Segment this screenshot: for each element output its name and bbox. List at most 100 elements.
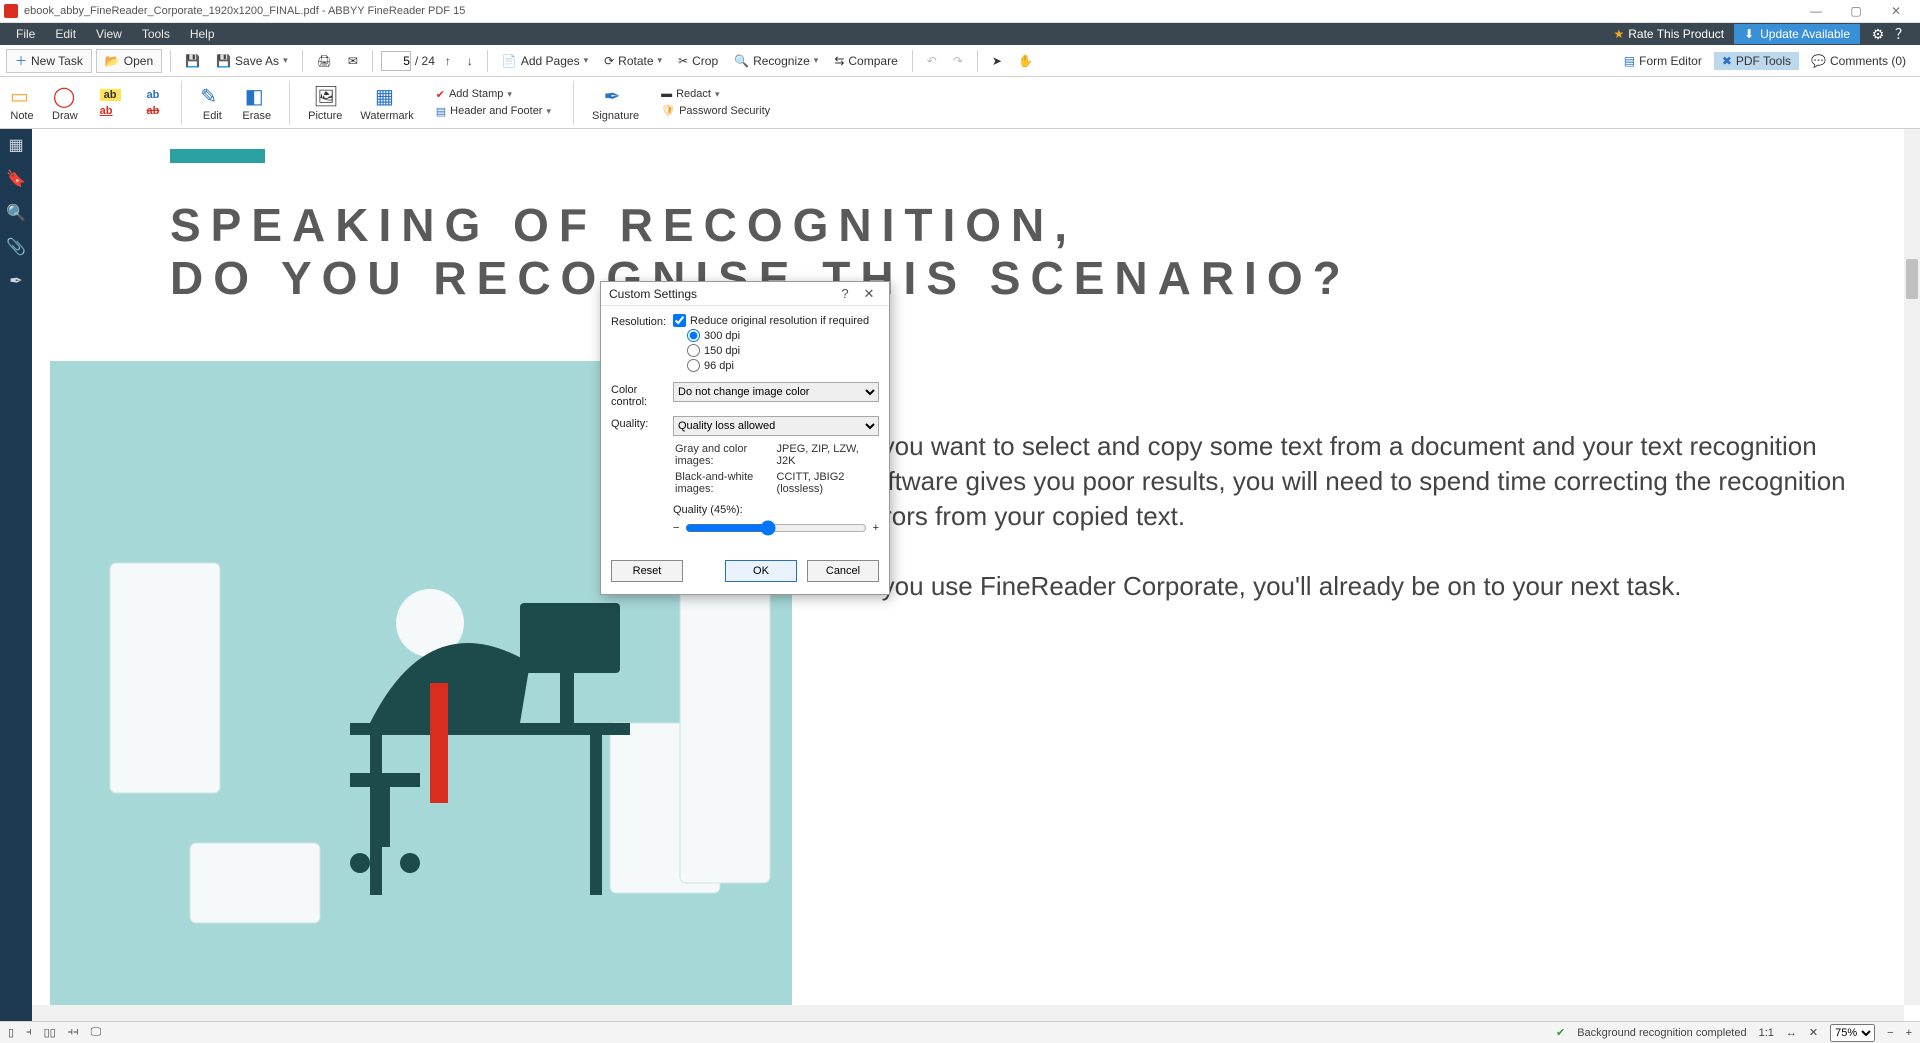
comment-icon: 💬: [1811, 54, 1826, 68]
attachments-panel-icon[interactable]: 📎: [6, 237, 26, 257]
dpi-96-radio[interactable]: 96 dpi: [687, 359, 879, 372]
scroll-thumb[interactable]: [1906, 259, 1918, 299]
settings-gear-icon[interactable]: ⚙: [1866, 26, 1890, 43]
zoom-select[interactable]: 75%: [1830, 1024, 1875, 1042]
pointer-tool-button[interactable]: ➤: [986, 49, 1008, 73]
color-control-select[interactable]: Do not change image color: [673, 382, 879, 402]
view-two-continuous-icon[interactable]: ⫞⫞: [68, 1026, 79, 1039]
comments-button[interactable]: 💬 Comments (0): [1803, 52, 1914, 70]
dpi-150-radio[interactable]: 150 dpi: [687, 344, 879, 357]
rate-product-button[interactable]: ★ Rate This Product: [1613, 27, 1724, 41]
rotate-button[interactable]: ⟳ Rotate: [598, 49, 668, 73]
comments-label: Comments (0): [1830, 54, 1906, 68]
cancel-button[interactable]: Cancel: [807, 560, 879, 582]
save-button[interactable]: 💾: [179, 49, 206, 73]
pages-panel-icon[interactable]: ▦: [8, 135, 23, 155]
watermark-tool[interactable]: ▦ Watermark: [360, 84, 413, 122]
content-area: ▦ 🔖 🔍 📎 ✒ SPEAKING OF RECOGNITION, DO YO…: [0, 129, 1920, 1021]
dialog-close-button[interactable]: ✕: [857, 286, 881, 302]
page-number-input[interactable]: [381, 51, 411, 71]
add-stamp-tool[interactable]: ✔ Add Stamp: [432, 87, 555, 102]
dialog-titlebar[interactable]: Custom Settings ? ✕: [601, 282, 889, 306]
help-icon[interactable]: ？: [1890, 24, 1914, 44]
view-continuous-icon[interactable]: ⫞: [26, 1026, 32, 1039]
zoom-in-button[interactable]: +: [1906, 1027, 1912, 1039]
note-tool[interactable]: ▭ Note: [10, 84, 34, 122]
picture-tool[interactable]: 🖼 Picture: [308, 84, 342, 122]
view-single-page-icon[interactable]: ▯: [8, 1026, 14, 1039]
redo-button[interactable]: ↷: [947, 49, 969, 73]
form-editor-button[interactable]: ▤ Form Editor: [1616, 52, 1710, 70]
fit-page-icon[interactable]: ✕: [1809, 1026, 1818, 1039]
window-titlebar: ebook_abby_FineReader_Corporate_1920x120…: [0, 0, 1920, 23]
update-available-button[interactable]: ⬇ Update Available: [1734, 24, 1860, 44]
horizontal-scrollbar[interactable]: [32, 1005, 1904, 1021]
menu-edit[interactable]: Edit: [45, 24, 86, 44]
document-viewport[interactable]: SPEAKING OF RECOGNITION, DO YOU RECOGNIS…: [32, 129, 1920, 1021]
dpi-96-input[interactable]: [687, 359, 700, 372]
view-fullscreen-icon[interactable]: 🖵: [91, 1026, 102, 1039]
window-maximize-button[interactable]: ▢: [1836, 4, 1876, 18]
text-tool[interactable]: ab: [143, 88, 164, 102]
dpi-96-label: 96 dpi: [704, 360, 734, 372]
redact-tool[interactable]: ▬ Redact: [657, 87, 774, 101]
window-close-button[interactable]: ✕: [1876, 4, 1916, 18]
quality-select[interactable]: Quality loss allowed: [673, 416, 879, 436]
print-button[interactable]: 🖨: [311, 49, 338, 73]
pdf-tools-button[interactable]: ✖ PDF Tools: [1714, 52, 1799, 70]
quality-slider[interactable]: [685, 520, 866, 536]
heading-line-1: SPEAKING OF RECOGNITION,: [170, 199, 1077, 251]
window-minimize-button[interactable]: —: [1796, 4, 1836, 18]
reduce-checkbox-input[interactable]: [673, 314, 686, 327]
ok-button[interactable]: OK: [725, 560, 797, 582]
dialog-help-button[interactable]: ?: [833, 286, 857, 301]
password-security-tool[interactable]: 🛡 Password Security: [657, 103, 774, 118]
edit-tool[interactable]: ✎ Edit: [200, 84, 224, 122]
page-up-button[interactable]: ↑: [439, 49, 457, 73]
add-pages-button[interactable]: 📄 Add Pages: [496, 49, 594, 73]
new-task-button[interactable]: ＋ New Task: [6, 49, 92, 73]
strike-tool[interactable]: ab: [143, 104, 164, 118]
hand-tool-button[interactable]: ✋: [1012, 49, 1039, 73]
dpi-300-label: 300 dpi: [704, 330, 740, 342]
fit-actual-button[interactable]: 1:1: [1759, 1027, 1774, 1039]
menu-help[interactable]: Help: [180, 24, 225, 44]
vertical-scrollbar[interactable]: [1904, 129, 1920, 1005]
dpi-150-input[interactable]: [687, 344, 700, 357]
highlight-icon: ab: [100, 89, 121, 101]
crop-button[interactable]: ✂ Crop: [672, 49, 724, 73]
signatures-panel-icon[interactable]: ✒: [9, 271, 22, 291]
email-button[interactable]: ✉: [342, 49, 364, 73]
dpi-300-radio[interactable]: 300 dpi: [687, 329, 879, 342]
menu-tools[interactable]: Tools: [132, 24, 180, 44]
fit-width-icon[interactable]: ↔: [1786, 1027, 1797, 1039]
undo-button[interactable]: ↶: [921, 49, 943, 73]
reset-button[interactable]: Reset: [611, 560, 683, 582]
search-panel-icon[interactable]: 🔍: [6, 203, 26, 223]
header-footer-tool[interactable]: ▤ Header and Footer: [432, 104, 555, 119]
save-as-button[interactable]: 💾 Save As: [210, 49, 294, 73]
signature-tool[interactable]: ✒ Signature: [592, 84, 639, 122]
page-total-label: / 24: [415, 54, 435, 68]
reduce-resolution-checkbox[interactable]: Reduce original resolution if required: [673, 314, 879, 327]
highlight-tool[interactable]: ab: [96, 88, 125, 102]
gray-images-value: JPEG, ZIP, LZW, J2K: [777, 442, 877, 468]
menu-file[interactable]: File: [6, 24, 45, 44]
compare-button[interactable]: ⇆ Compare: [828, 49, 903, 73]
app-logo-icon: [4, 4, 18, 18]
underline-tool[interactable]: ab: [96, 104, 125, 118]
erase-tool[interactable]: ◧ Erase: [242, 84, 271, 122]
draw-tool[interactable]: ◯ Draw: [52, 84, 78, 122]
view-two-page-icon[interactable]: ▯▯: [44, 1026, 56, 1039]
menu-view[interactable]: View: [86, 24, 132, 44]
page-down-button[interactable]: ↓: [461, 49, 479, 73]
bookmarks-panel-icon[interactable]: 🔖: [6, 169, 26, 189]
compare-icon: ⇆: [834, 54, 844, 68]
open-button[interactable]: 📂 Open: [96, 49, 162, 73]
dpi-300-input[interactable]: [687, 329, 700, 342]
redo-icon: ↷: [953, 54, 963, 68]
pdf-page: SPEAKING OF RECOGNITION, DO YOU RECOGNIS…: [50, 129, 1902, 1005]
recognize-button[interactable]: 🔍 Recognize: [728, 49, 824, 73]
hand-icon: ✋: [1018, 54, 1033, 68]
zoom-out-button[interactable]: −: [1887, 1027, 1893, 1039]
